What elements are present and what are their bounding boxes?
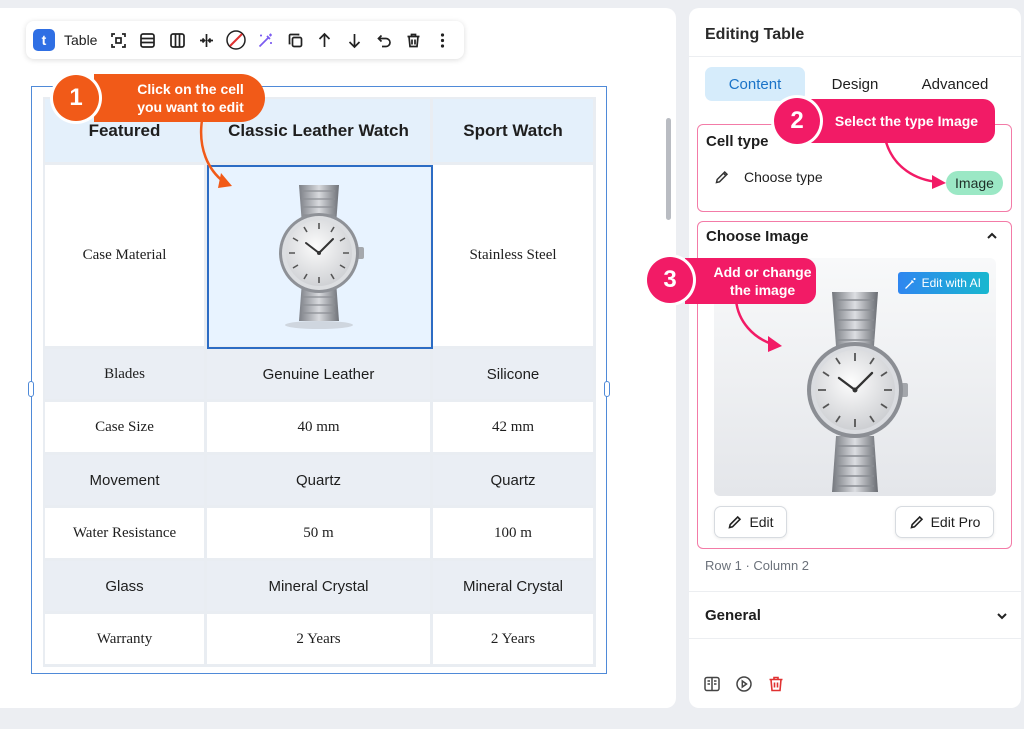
table-cell[interactable]: Mineral Crystal [433, 561, 596, 614]
choose-image-heading[interactable]: Choose Image [706, 228, 809, 245]
rows-icon[interactable] [133, 26, 163, 54]
table-cell[interactable]: 42 mm [433, 402, 596, 455]
table-cell[interactable]: Quartz [433, 455, 596, 508]
callout-3-line2: the image [729, 282, 796, 298]
choose-type-row[interactable]: Choose type Image [698, 169, 1011, 195]
table-toolbar: t Table [26, 21, 464, 59]
tab-content[interactable]: Content [705, 67, 805, 101]
callout-1-arrow [199, 119, 232, 188]
toolbar-block-name: Table [64, 32, 98, 48]
arrow-down-icon[interactable] [339, 26, 369, 54]
edit-pro-label: Edit Pro [930, 514, 981, 530]
no-fill-icon[interactable] [221, 26, 251, 54]
columns-icon[interactable] [162, 26, 192, 54]
edit-button[interactable]: Edit [714, 506, 787, 538]
table-cell[interactable]: Mineral Crystal [207, 561, 433, 614]
undo-icon[interactable] [369, 26, 399, 54]
panel-title: Editing Table [705, 26, 805, 43]
callout-2-badge: 2 [774, 98, 820, 144]
table-row: Case Material Stainless Steel [43, 165, 596, 349]
table-cell[interactable]: Case Material [43, 165, 207, 349]
table-cell[interactable]: 2 Years [207, 614, 433, 667]
general-section[interactable]: General [689, 591, 1021, 639]
watch-image [278, 185, 364, 329]
table-cell[interactable]: Silicone [433, 349, 596, 402]
table-cell[interactable]: 100 m [433, 508, 596, 561]
resize-handle-left[interactable] [28, 381, 34, 397]
callout-3-arrow [734, 299, 782, 352]
copy-icon[interactable] [280, 26, 310, 54]
table-cell[interactable]: Water Resistance [43, 508, 207, 561]
table-block-icon[interactable]: t [33, 29, 55, 51]
edit-with-ai-button[interactable]: Edit with AI [897, 272, 989, 294]
callout-1-line2: you want to edit [137, 99, 244, 115]
callout-2-arrow [884, 141, 946, 189]
book-icon[interactable] [703, 672, 735, 696]
callout-3-badge: 3 [647, 257, 693, 303]
divider [689, 56, 1021, 57]
callout-1-line1: Click on the cell [137, 81, 244, 97]
table-row: Case Size 40 mm 42 mm [43, 402, 596, 455]
edit-pro-button[interactable]: Edit Pro [895, 506, 994, 538]
panel-footer [703, 672, 799, 696]
select-cells-icon[interactable] [103, 26, 133, 54]
chevron-up-icon[interactable] [985, 229, 999, 248]
magic-wand-icon [904, 277, 916, 289]
table-cell[interactable]: Warranty [43, 614, 207, 667]
chevron-down-icon[interactable] [995, 609, 1009, 628]
pencil-icon [714, 169, 730, 185]
general-heading: General [705, 607, 761, 624]
tab-advanced[interactable]: Advanced [905, 67, 1005, 101]
table-row: Movement Quartz Quartz [43, 455, 596, 508]
split-icon[interactable] [192, 26, 222, 54]
table-cell[interactable]: Case Size [43, 402, 207, 455]
comparison-table: Featured Classic Leather Watch Sport Wat… [43, 97, 596, 667]
delete-icon[interactable] [767, 672, 799, 696]
table-cell[interactable]: 2 Years [433, 614, 596, 667]
resize-handle-right[interactable] [604, 381, 610, 397]
table-cell[interactable]: Glass [43, 561, 207, 614]
callout-1-badge: 1 [53, 75, 99, 121]
callout-1-bubble: Click on the cell you want to edit [94, 74, 265, 122]
edit-label: Edit [749, 514, 774, 530]
table-cell[interactable]: Blades [43, 349, 207, 402]
header-cell[interactable]: Sport Watch [433, 97, 596, 165]
callout-3-line1: Add or change [713, 264, 812, 280]
edit-with-ai-label: Edit with AI [921, 276, 981, 290]
selected-image-cell[interactable] [207, 165, 433, 349]
table-row: Glass Mineral Crystal Mineral Crystal [43, 561, 596, 614]
choose-type-label: Choose type [744, 169, 823, 185]
table-row: Blades Genuine Leather Silicone [43, 349, 596, 402]
trash-icon[interactable] [398, 26, 428, 54]
more-icon[interactable] [428, 26, 458, 54]
table-cell[interactable]: Movement [43, 455, 207, 508]
cell-type-heading[interactable]: Cell type [706, 133, 769, 150]
play-icon[interactable] [735, 672, 767, 696]
canvas-scrollbar[interactable] [666, 118, 671, 220]
table-row: Water Resistance 50 m 100 m [43, 508, 596, 561]
arrow-up-icon[interactable] [310, 26, 340, 54]
pencil-icon [910, 515, 923, 529]
cell-position: Row 1 · Column 2 [705, 558, 810, 573]
table-row: Warranty 2 Years 2 Years [43, 614, 596, 667]
callout-2-bubble: Select the type Image [806, 99, 995, 143]
type-chip-image[interactable]: Image [946, 171, 1003, 195]
table-cell[interactable]: 40 mm [207, 402, 433, 455]
tab-design[interactable]: Design [805, 67, 905, 101]
watch-preview-image [807, 292, 908, 492]
table-cell[interactable]: Genuine Leather [207, 349, 433, 402]
pencil-icon [728, 515, 742, 529]
table-cell[interactable]: Stainless Steel [433, 165, 596, 349]
table-cell[interactable]: 50 m [207, 508, 433, 561]
table-cell[interactable]: Quartz [207, 455, 433, 508]
panel-tabs: Content Design Advanced [705, 67, 1005, 101]
magic-wand-icon[interactable] [251, 26, 281, 54]
